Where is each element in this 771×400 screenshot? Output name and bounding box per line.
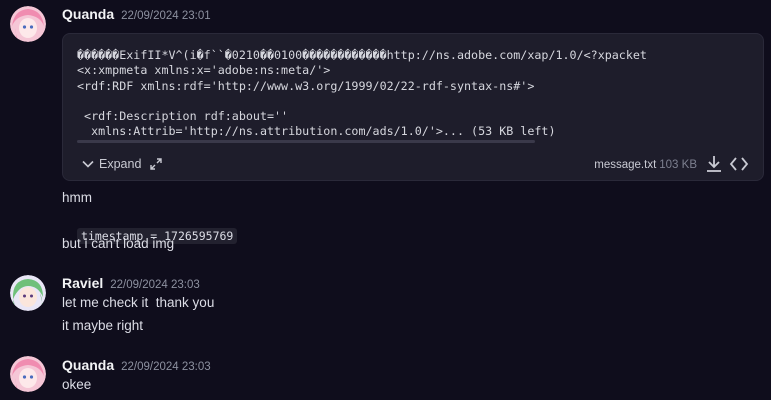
attachment-preview: ������ExifII*V^(i�f``�0210��0100��������…	[77, 48, 647, 139]
horizontal-scrollbar[interactable]	[77, 140, 535, 143]
expand-label: Expand	[99, 157, 142, 171]
expand-button[interactable]: Expand	[81, 157, 141, 171]
message-text: let me check it thank you	[62, 295, 215, 310]
download-icon[interactable]	[705, 154, 723, 174]
message-text: it maybe right	[62, 318, 144, 333]
message-text: but i can't load img	[62, 236, 175, 251]
avatar-quanda[interactable]	[10, 6, 46, 42]
chevron-down-icon	[82, 160, 94, 168]
message-timestamp: 22/09/2024 23:01	[121, 10, 211, 22]
attachment-footer: Expand message.txt 103 KB	[63, 152, 763, 180]
file-attachment: ������ExifII*V^(i�f``�0210��0100��������…	[62, 33, 764, 181]
author-name[interactable]: Raviel 22/09/2024 23:03	[62, 275, 200, 291]
message-text: okee	[62, 377, 92, 392]
author-name[interactable]: Quanda 22/09/2024 23:03	[62, 357, 211, 373]
message-timestamp: 22/09/2024 23:03	[110, 279, 200, 291]
attachment-filesize: 103 KB	[659, 159, 697, 171]
message-timestamp: 22/09/2024 23:03	[121, 361, 211, 373]
code-brackets-icon[interactable]	[729, 155, 749, 173]
message-text: hmm	[62, 190, 92, 205]
avatar-quanda[interactable]	[10, 356, 46, 392]
attachment-filename[interactable]: message.txt 103 KB	[594, 159, 697, 171]
avatar-raviel[interactable]	[10, 275, 46, 311]
expand-arrows-icon[interactable]	[149, 157, 163, 171]
author-name[interactable]: Quanda 22/09/2024 23:01	[62, 6, 211, 22]
